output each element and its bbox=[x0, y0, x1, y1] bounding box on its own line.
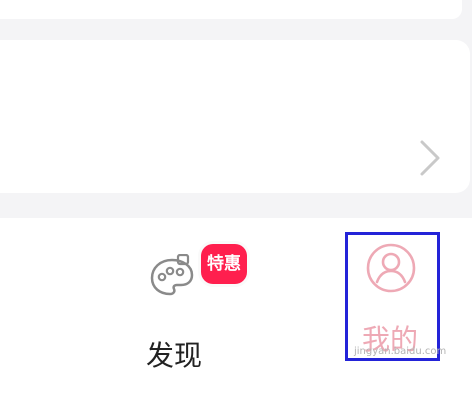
chevron-right-icon[interactable] bbox=[412, 138, 444, 178]
watermark: jingyan.baidu.com bbox=[354, 346, 447, 357]
tab-discover-label: 发现 bbox=[146, 339, 203, 372]
tab-discover[interactable]: 特惠 发现 bbox=[128, 234, 247, 374]
promo-badge: 特惠 bbox=[201, 244, 247, 284]
palette-icon bbox=[150, 254, 194, 296]
content-card[interactable] bbox=[0, 40, 470, 193]
user-circle-icon bbox=[366, 243, 416, 293]
bottom-tab-bar: 特惠 发现 我的 bbox=[0, 218, 472, 400]
content-card-top bbox=[0, 0, 462, 19]
